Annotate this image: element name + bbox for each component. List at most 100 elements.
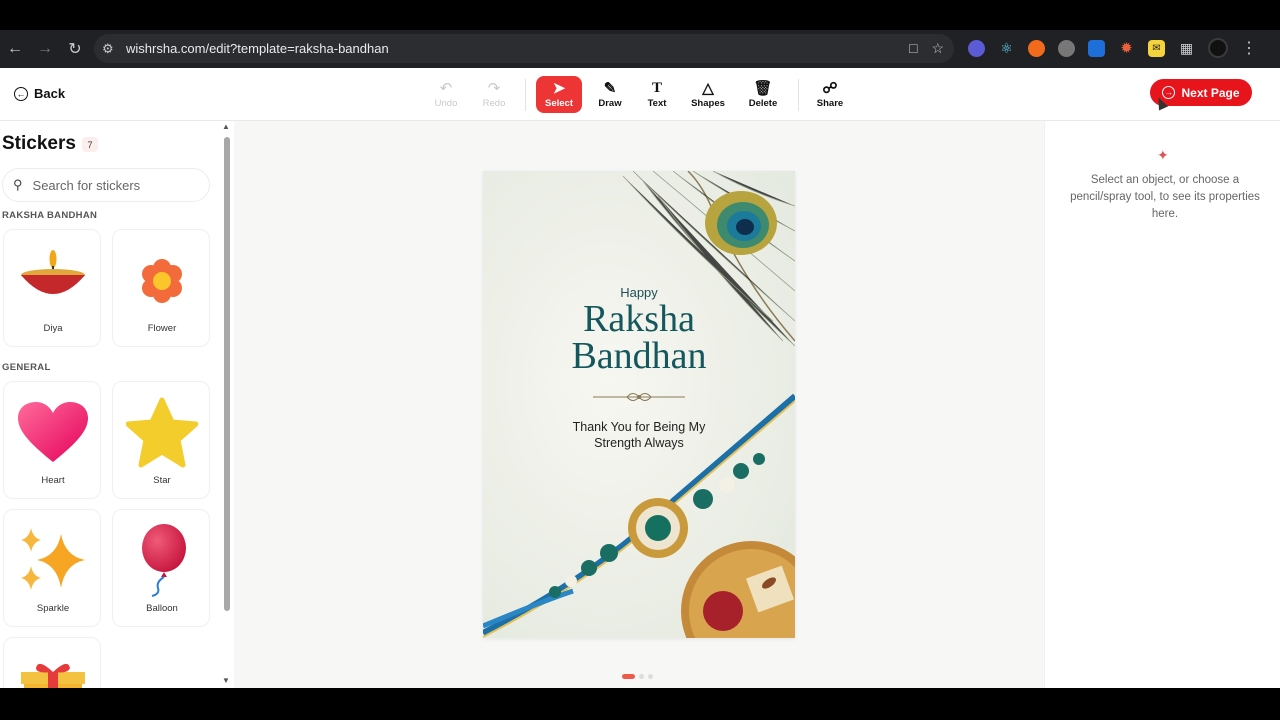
scroll-down-arrow-icon[interactable]: ▼ xyxy=(222,676,230,685)
undo-label: Undo xyxy=(434,98,458,109)
sticker-search-input[interactable] xyxy=(32,177,193,193)
stickers-panel: Stickers 7 ⚲ RAKSHA BANDHAN Diya xyxy=(0,121,234,688)
sidebar-scrollbar[interactable] xyxy=(224,137,230,611)
redo-button[interactable]: ↷ Redo xyxy=(471,76,517,113)
address-bar[interactable]: ⚙ wishrsha.com/edit?template=raksha-band… xyxy=(94,34,954,63)
draw-tool-button[interactable]: ✎ Draw xyxy=(587,76,633,113)
shapes-tool-button[interactable]: △ Shapes xyxy=(685,76,731,113)
sticker-diya[interactable]: Diya xyxy=(3,229,101,347)
editor-toolbar: ← Back ↶ Undo ↷ Redo ➤ Select ✎ Draw T T… xyxy=(0,68,1280,121)
install-app-icon[interactable]: □ xyxy=(909,40,917,57)
browser-menu-icon[interactable]: ⋮ xyxy=(1241,38,1257,58)
back-arrow-icon[interactable]: ← xyxy=(0,34,30,64)
ornament-divider-icon xyxy=(593,393,685,401)
back-label: Back xyxy=(34,86,66,101)
card-subtitle-line-1: Thank You for Being My xyxy=(572,420,706,434)
card-title-line-1: Raksha xyxy=(583,298,695,340)
bookmark-star-icon[interactable]: ☆ xyxy=(931,40,944,57)
sticker-search[interactable]: ⚲ xyxy=(2,168,210,202)
sticker-flower[interactable]: Flower xyxy=(112,229,210,347)
shapes-icon: △ xyxy=(702,80,714,97)
section-label-general: GENERAL xyxy=(2,362,51,373)
pencil-icon: ✎ xyxy=(603,80,617,97)
select-tool-button[interactable]: ➤ Select xyxy=(536,76,582,113)
extension-icon-1[interactable] xyxy=(968,39,985,57)
scroll-up-arrow-icon[interactable]: ▲ xyxy=(222,122,230,131)
sticker-star[interactable]: Star xyxy=(112,381,210,499)
extension-icon-5[interactable] xyxy=(1088,39,1105,57)
draw-label: Draw xyxy=(598,98,622,109)
page-dot-active[interactable] xyxy=(622,674,635,679)
extension-icon-6[interactable]: ✹ xyxy=(1118,40,1135,57)
back-button[interactable]: ← Back xyxy=(14,86,65,101)
toolbar-divider xyxy=(798,79,799,111)
sticker-label: Star xyxy=(153,475,171,486)
delete-button[interactable]: 🗑 Delete xyxy=(740,76,786,113)
sticker-label: Diya xyxy=(43,323,63,334)
properties-empty-message: Select an object, or choose a pencil/spr… xyxy=(1070,174,1260,220)
section-label-raksha: RAKSHA BANDHAN xyxy=(2,210,98,221)
editor-app: ← Back ↶ Undo ↷ Redo ➤ Select ✎ Draw T T… xyxy=(0,68,1280,688)
sweets-bowl xyxy=(681,541,795,638)
extension-icon-4[interactable] xyxy=(1058,39,1075,57)
text-icon: T xyxy=(651,80,662,96)
card-subtitle-line-2: Strength Always xyxy=(594,436,684,450)
shapes-label: Shapes xyxy=(691,98,725,109)
balloon-icon xyxy=(113,524,211,598)
sticker-sparkle[interactable]: Sparkle xyxy=(3,509,101,627)
gift-icon xyxy=(4,648,102,688)
extensions-puzzle-icon[interactable]: ▦ xyxy=(1178,40,1195,57)
extension-icon-7[interactable]: ✉ xyxy=(1148,39,1165,57)
sticker-label: Flower xyxy=(147,323,177,334)
pointer-sparkle-icon: ✦ xyxy=(1157,147,1169,163)
toolbar-divider xyxy=(525,79,526,111)
undo-icon: ↶ xyxy=(439,80,453,97)
back-circle-icon: ← xyxy=(14,86,28,101)
reload-icon[interactable]: ↻ xyxy=(60,34,90,64)
stickers-title: Stickers xyxy=(2,133,76,154)
star-icon xyxy=(113,396,211,470)
next-page-label: Next Page xyxy=(1181,85,1240,100)
share-icon: ☍ xyxy=(822,80,838,97)
select-label: Select xyxy=(545,98,573,109)
design-canvas[interactable]: Happy Raksha Bandhan Thank You for Being… xyxy=(234,121,1044,688)
trash-icon: 🗑 xyxy=(753,80,773,97)
card-subtitle[interactable]: Thank You for Being My Strength Always xyxy=(553,419,725,451)
screen-top-bezel xyxy=(0,0,1280,30)
share-label: Share xyxy=(816,98,844,109)
browser-toolbar: ← → ↻ ⚙ wishrsha.com/edit?template=raksh… xyxy=(0,30,1280,68)
stickers-count-badge: 7 xyxy=(82,137,98,152)
raksha-bandhan-card[interactable]: Happy Raksha Bandhan Thank You for Being… xyxy=(483,171,795,638)
text-tool-button[interactable]: T Text xyxy=(634,76,680,113)
sticker-label: Heart xyxy=(41,475,65,486)
site-info-icon[interactable]: ⚙ xyxy=(102,41,124,57)
extension-icon-3[interactable] xyxy=(1028,39,1045,57)
sparkle-icon xyxy=(4,524,102,598)
card-title-line-2: Bandhan xyxy=(571,335,707,377)
cursor-icon: ➤ xyxy=(552,80,566,97)
page-dot[interactable] xyxy=(639,674,644,679)
text-label: Text xyxy=(647,98,667,109)
sticker-heart[interactable]: Heart xyxy=(3,381,101,499)
forward-arrow-icon[interactable]: → xyxy=(30,34,60,64)
sticker-gift[interactable] xyxy=(3,637,101,688)
sticker-label: Sparkle xyxy=(36,603,70,614)
flower-icon xyxy=(113,244,211,318)
heart-icon xyxy=(4,396,102,470)
page-dot[interactable] xyxy=(648,674,653,679)
search-icon: ⚲ xyxy=(13,177,23,192)
redo-icon: ↷ xyxy=(487,80,501,97)
sticker-balloon[interactable]: Balloon xyxy=(112,509,210,627)
diya-icon xyxy=(4,244,102,318)
card-title[interactable]: Raksha Bandhan xyxy=(483,298,795,377)
properties-panel: ✦ Select an object, or choose a pencil/s… xyxy=(1044,121,1280,688)
page-indicator xyxy=(622,674,653,679)
sticker-label: Balloon xyxy=(146,603,178,614)
arrow-circle-icon: → xyxy=(1162,86,1176,99)
delete-label: Delete xyxy=(748,98,778,109)
share-button[interactable]: ☍ Share xyxy=(807,76,853,113)
url-text: wishrsha.com/edit?template=raksha-bandha… xyxy=(126,41,389,56)
profile-avatar[interactable] xyxy=(1208,38,1228,58)
undo-button[interactable]: ↶ Undo xyxy=(423,76,469,113)
react-extension-icon[interactable]: ⚛ xyxy=(998,40,1015,57)
